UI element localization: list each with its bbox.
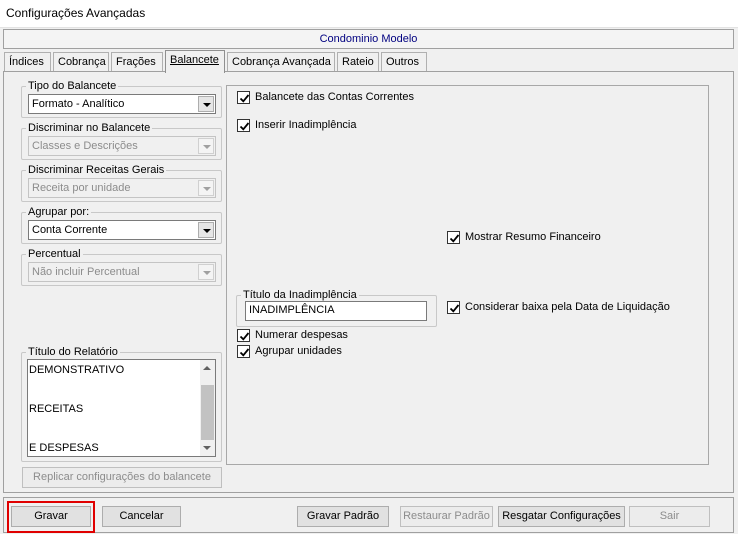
checkbox-checked-icon[interactable] [237,345,250,358]
titulo-inadimplencia-input[interactable]: INADIMPLÊNCIA [245,301,427,321]
tab-balancete[interactable]: Balancete [165,50,225,73]
chevron-down-icon [198,180,214,196]
resgatar-configuracoes-button[interactable]: Resgatar Configurações [498,506,625,527]
scroll-down-icon[interactable] [203,446,211,450]
titulo-relatorio-textarea[interactable]: DEMONSTRATIVO RECEITAS E DESPESAS [27,359,216,457]
chevron-down-icon[interactable] [198,96,214,112]
percentual-select: Não incluir Percentual [28,262,216,282]
titulo-line: DEMONSTRATIVO [29,364,125,376]
discriminar-receitas-select: Receita por unidade [28,178,216,198]
scroll-thumb[interactable] [201,385,214,440]
balancete-options-panel [226,85,709,465]
chevron-down-icon [198,264,214,280]
tab-fracoes[interactable]: Frações [111,52,163,72]
checkbox-checked-icon[interactable] [237,119,250,132]
checkbox-checked-icon[interactable] [447,231,460,244]
scroll-up-icon[interactable] [203,366,211,370]
discriminar-balancete-select: Classes e Descrições [28,136,216,156]
highlight-box [7,501,95,533]
titulo-line: RECEITAS [29,403,84,415]
tab-cobranca-avancada[interactable]: Cobrança Avançada [227,52,335,72]
vertical-scrollbar[interactable] [200,360,215,456]
checkbox-checked-icon[interactable] [447,301,460,314]
agrupar-por-select[interactable]: Conta Corrente [28,220,216,240]
tipo-balancete-select[interactable]: Formato - Analítico [28,94,216,114]
tab-indices[interactable]: Índices [4,52,51,72]
chevron-down-icon [198,138,214,154]
gravar-padrao-button[interactable]: Gravar Padrão [297,506,389,527]
checkbox-checked-icon[interactable] [237,91,250,104]
restaurar-padrao-button: Restaurar Padrão [400,506,493,527]
tab-rateio[interactable]: Rateio [337,52,379,72]
condominio-header: Condominio Modelo [3,29,734,49]
tab-cobranca[interactable]: Cobrança [53,52,109,72]
replicar-configuracoes-button[interactable]: Replicar configurações do balancete [22,467,222,488]
cancelar-button[interactable]: Cancelar [102,506,181,527]
sair-button: Sair [629,506,710,527]
titulo-line: E DESPESAS [29,442,99,454]
window-title: Configurações Avançadas [6,6,146,20]
chevron-down-icon[interactable] [198,222,214,238]
tab-outros[interactable]: Outros [381,52,427,72]
checkbox-checked-icon[interactable] [237,329,250,342]
window-titlebar: Configurações Avançadas [0,0,738,28]
